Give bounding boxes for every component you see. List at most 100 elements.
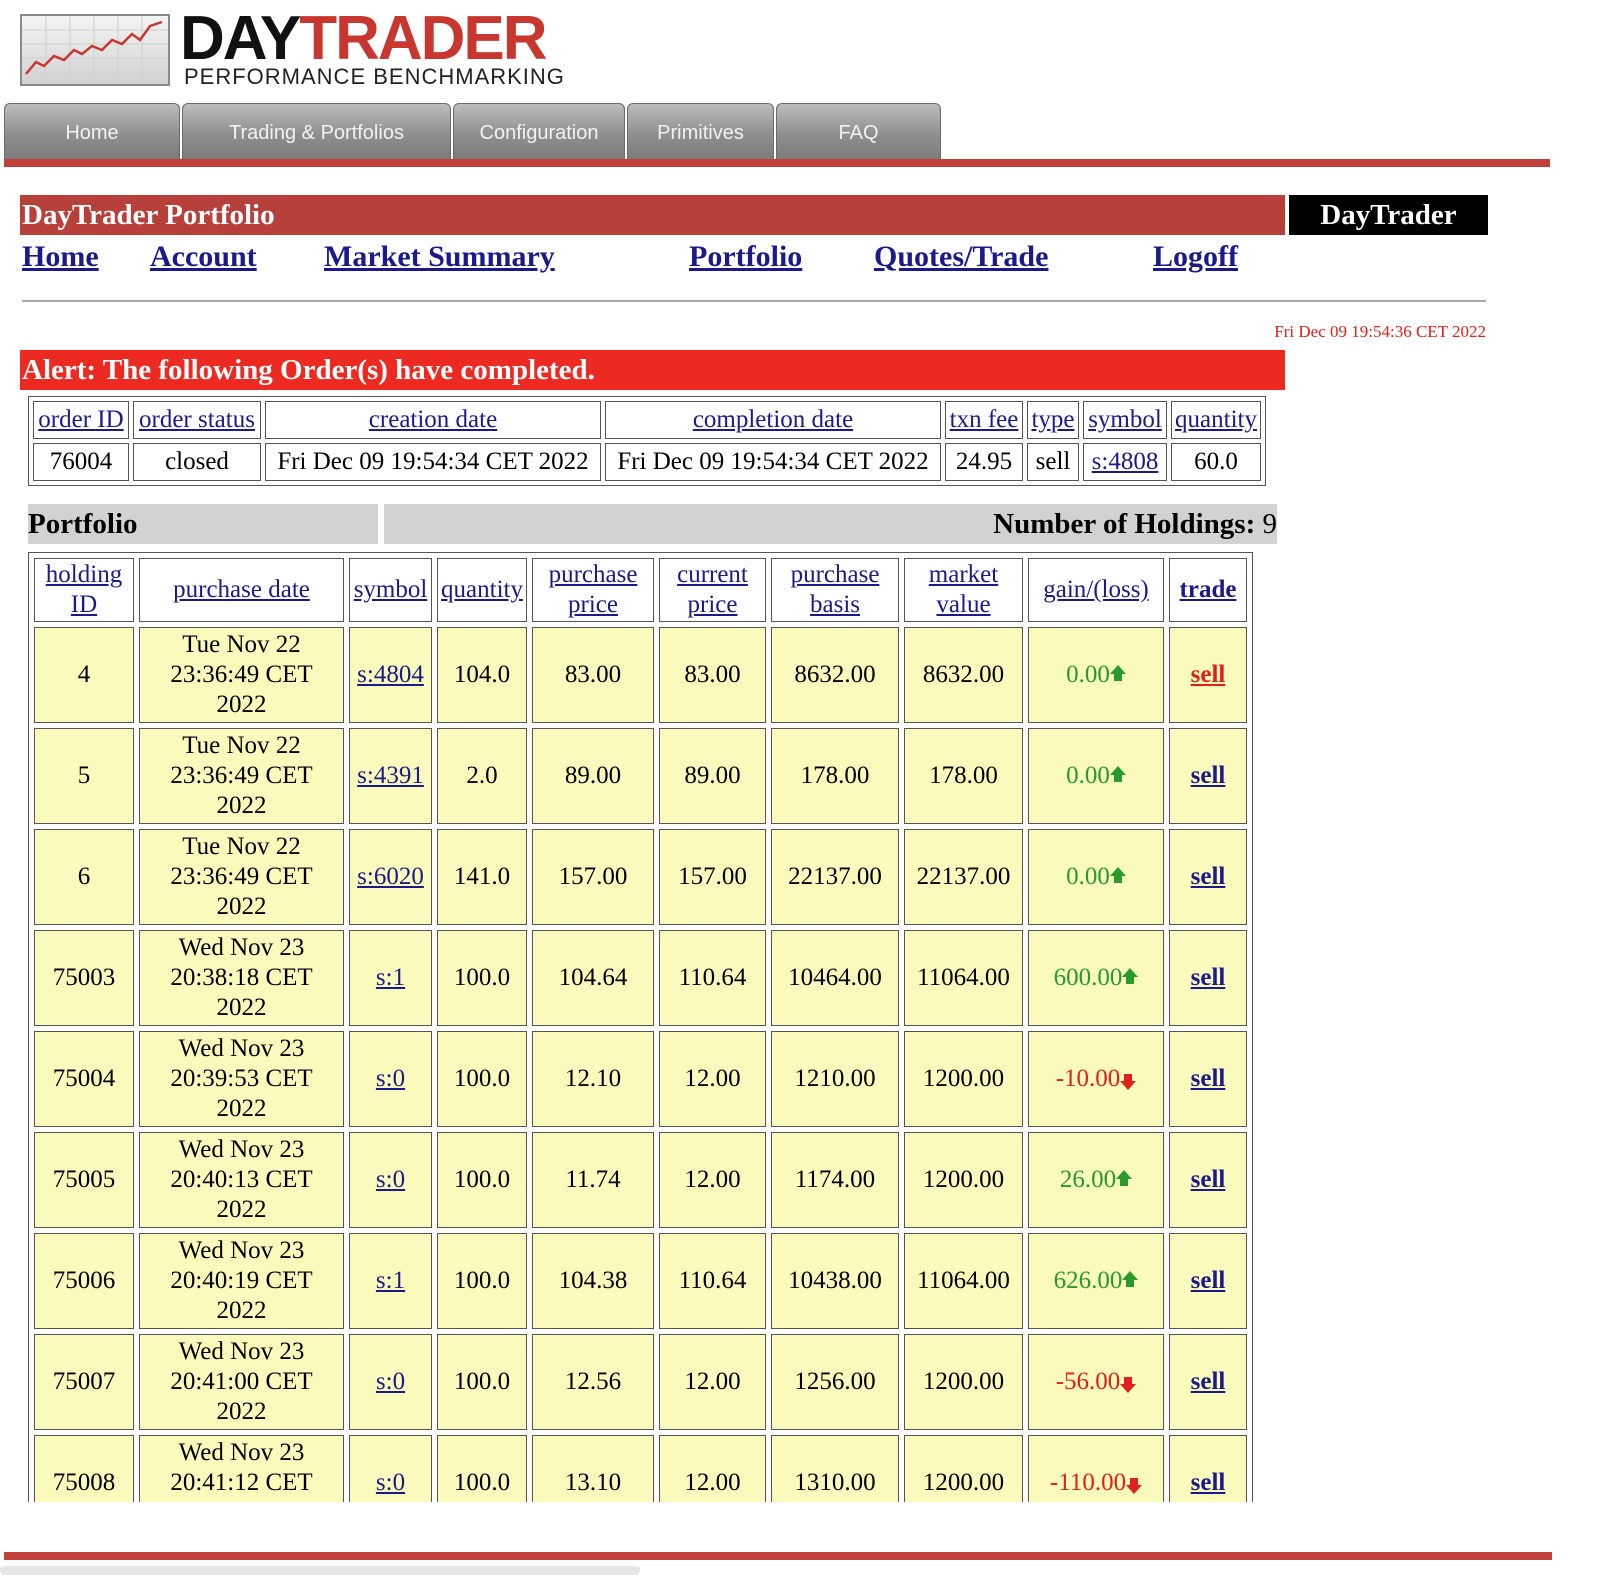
sell-link[interactable]: sell <box>1191 1065 1226 1092</box>
nav-portfolio-link[interactable]: Portfolio <box>689 240 802 274</box>
current-price: 110.64 <box>659 930 766 1026</box>
purchase-price: 13.10 <box>532 1435 654 1502</box>
order-symbol-link[interactable]: s:4808 <box>1092 448 1159 475</box>
col-purchase-price[interactable]: purchase price <box>549 561 638 618</box>
order-id: 76004 <box>33 443 129 481</box>
col-symbol[interactable]: symbol <box>354 576 428 603</box>
purchase-price: 83.00 <box>532 627 654 723</box>
col-completion-date[interactable]: completion date <box>693 406 853 433</box>
gain-loss: 626.00 <box>1028 1233 1164 1329</box>
sell-link[interactable]: sell <box>1191 964 1226 991</box>
market-value: 22137.00 <box>904 829 1023 925</box>
gain-loss: 0.00 <box>1028 829 1164 925</box>
gain-loss: 26.00 <box>1028 1132 1164 1228</box>
daytrader-logo[interactable]: DAYTRADER PERFORMANCE BENCHMARKING <box>20 4 640 92</box>
table-row: 75003 Wed Nov 23 20:38:18 CET 2022 s:1 100.0 1… <box>34 930 1247 1026</box>
holding-symbol-link[interactable]: s:0 <box>376 1469 405 1496</box>
col-symbol[interactable]: symbol <box>1088 406 1162 433</box>
holding-symbol-link[interactable]: s:0 <box>376 1166 405 1193</box>
current-price: 12.00 <box>659 1132 766 1228</box>
col-gain-loss[interactable]: gain/(loss) <box>1043 576 1149 603</box>
nav-logoff-link[interactable]: Logoff <box>1153 240 1238 274</box>
nav-market-summary-link[interactable]: Market Summary <box>324 240 555 274</box>
col-type[interactable]: type <box>1031 406 1074 433</box>
gain-loss: 0.00 <box>1028 627 1164 723</box>
gain-value: 26.00 <box>1059 1166 1117 1193</box>
holding-id: 75005 <box>34 1132 134 1228</box>
sell-link[interactable]: sell <box>1191 1368 1226 1395</box>
col-purchase-basis[interactable]: purchase basis <box>791 561 880 618</box>
tab-primitives[interactable]: Primitives <box>627 103 774 159</box>
order-status: closed <box>133 443 261 481</box>
purchase-price: 104.64 <box>532 930 654 1026</box>
table-row: 75007 Wed Nov 23 20:41:00 CET 2022 s:0 100.0 1… <box>34 1334 1247 1430</box>
holding-quantity: 100.0 <box>437 1233 527 1329</box>
col-trade[interactable]: trade <box>1180 576 1237 603</box>
purchase-date: Wed Nov 2320:41:12 CET2022 <box>139 1435 344 1502</box>
gain-value: -10.00 <box>1055 1065 1121 1092</box>
purchase-basis: 1210.00 <box>771 1031 899 1127</box>
holdings-table-viewport[interactable]: holding ID purchase date symbol quantity … <box>28 552 1288 1502</box>
nav-account-link[interactable]: Account <box>150 240 257 274</box>
arrow-up-icon <box>1122 968 1139 984</box>
purchase-price: 104.38 <box>532 1233 654 1329</box>
portfolio-heading: Portfolio <box>28 504 378 544</box>
sell-link[interactable]: sell <box>1191 762 1226 789</box>
sell-link[interactable]: sell <box>1191 1166 1226 1193</box>
table-header-row: holding ID purchase date symbol quantity … <box>34 558 1247 622</box>
col-holding-id[interactable]: holding ID <box>46 561 122 618</box>
holding-symbol-link[interactable]: s:1 <box>376 1267 405 1294</box>
purchase-date: Wed Nov 23 20:39:53 CET 2022 <box>139 1031 344 1127</box>
holding-id: 5 <box>34 728 134 824</box>
col-creation-date[interactable]: creation date <box>369 406 497 433</box>
txn-fee: 24.95 <box>945 443 1023 481</box>
nav-quotes-trade-link[interactable]: Quotes/Trade <box>874 240 1048 274</box>
market-value: 8632.00 <box>904 627 1023 723</box>
purchase-date: Wed Nov 23 20:40:19 CET 2022 <box>139 1233 344 1329</box>
footer-divider <box>4 1552 1552 1560</box>
col-order-status[interactable]: order status <box>139 406 255 433</box>
table-row: 5 Tue Nov 22 23:36:49 CET 2022 s:4391 2.0 89.0… <box>34 728 1247 824</box>
table-row: 76004 closed Fri Dec 09 19:54:34 CET 202… <box>33 443 1261 481</box>
logo-title-day: DAY <box>180 4 301 73</box>
tab-faq[interactable]: FAQ <box>776 103 941 159</box>
holding-id: 75003 <box>34 930 134 1026</box>
purchase-date: Wed Nov 23 20:41:00 CET 2022 <box>139 1334 344 1430</box>
sell-link[interactable]: sell <box>1191 863 1226 890</box>
holding-quantity: 2.0 <box>437 728 527 824</box>
purchase-date: Tue Nov 22 23:36:49 CET 2022 <box>139 728 344 824</box>
col-quantity[interactable]: quantity <box>441 576 523 603</box>
holding-symbol-link[interactable]: s:0 <box>376 1065 405 1092</box>
creation-date: Fri Dec 09 19:54:34 CET 2022 <box>265 443 601 481</box>
purchase-price: 12.56 <box>532 1334 654 1430</box>
tab-configuration[interactable]: Configuration <box>453 103 625 159</box>
col-market-value[interactable]: market value <box>929 561 998 618</box>
nav-divider <box>22 300 1486 302</box>
purchase-basis: 178.00 <box>771 728 899 824</box>
col-order-id[interactable]: order ID <box>38 406 123 433</box>
tab-home[interactable]: Home <box>4 103 180 159</box>
col-txn-fee[interactable]: txn fee <box>950 406 1019 433</box>
sell-link[interactable]: sell <box>1191 1267 1226 1294</box>
holding-symbol-link[interactable]: s:1 <box>376 964 405 991</box>
table-row: 75008Wed Nov 2320:41:12 CET2022s:0100.01… <box>34 1435 1247 1502</box>
holdings-count: 9 <box>1262 508 1278 540</box>
gain-value: 0.00 <box>1066 762 1110 789</box>
market-value: 11064.00 <box>904 930 1023 1026</box>
holding-symbol-link[interactable]: s:4391 <box>357 762 424 789</box>
holding-symbol-link[interactable]: s:4804 <box>357 661 424 688</box>
holding-symbol-link[interactable]: s:6020 <box>357 863 424 890</box>
col-purchase-date[interactable]: purchase date <box>173 576 310 603</box>
col-quantity[interactable]: quantity <box>1175 406 1257 433</box>
horizontal-scrollbar[interactable] <box>0 1566 640 1575</box>
col-current-price[interactable]: current price <box>677 561 748 618</box>
sell-link[interactable]: sell <box>1191 1469 1226 1496</box>
nav-home-link[interactable]: Home <box>22 240 99 274</box>
order-quantity: 60.0 <box>1171 443 1261 481</box>
tab-trading-portfolios[interactable]: Trading & Portfolios <box>182 103 451 159</box>
holding-quantity: 100.0 <box>437 1435 527 1502</box>
holding-quantity: 100.0 <box>437 1132 527 1228</box>
sell-link[interactable]: sell <box>1191 661 1226 688</box>
holding-symbol-link[interactable]: s:0 <box>376 1368 405 1395</box>
current-price: 12.00 <box>659 1031 766 1127</box>
